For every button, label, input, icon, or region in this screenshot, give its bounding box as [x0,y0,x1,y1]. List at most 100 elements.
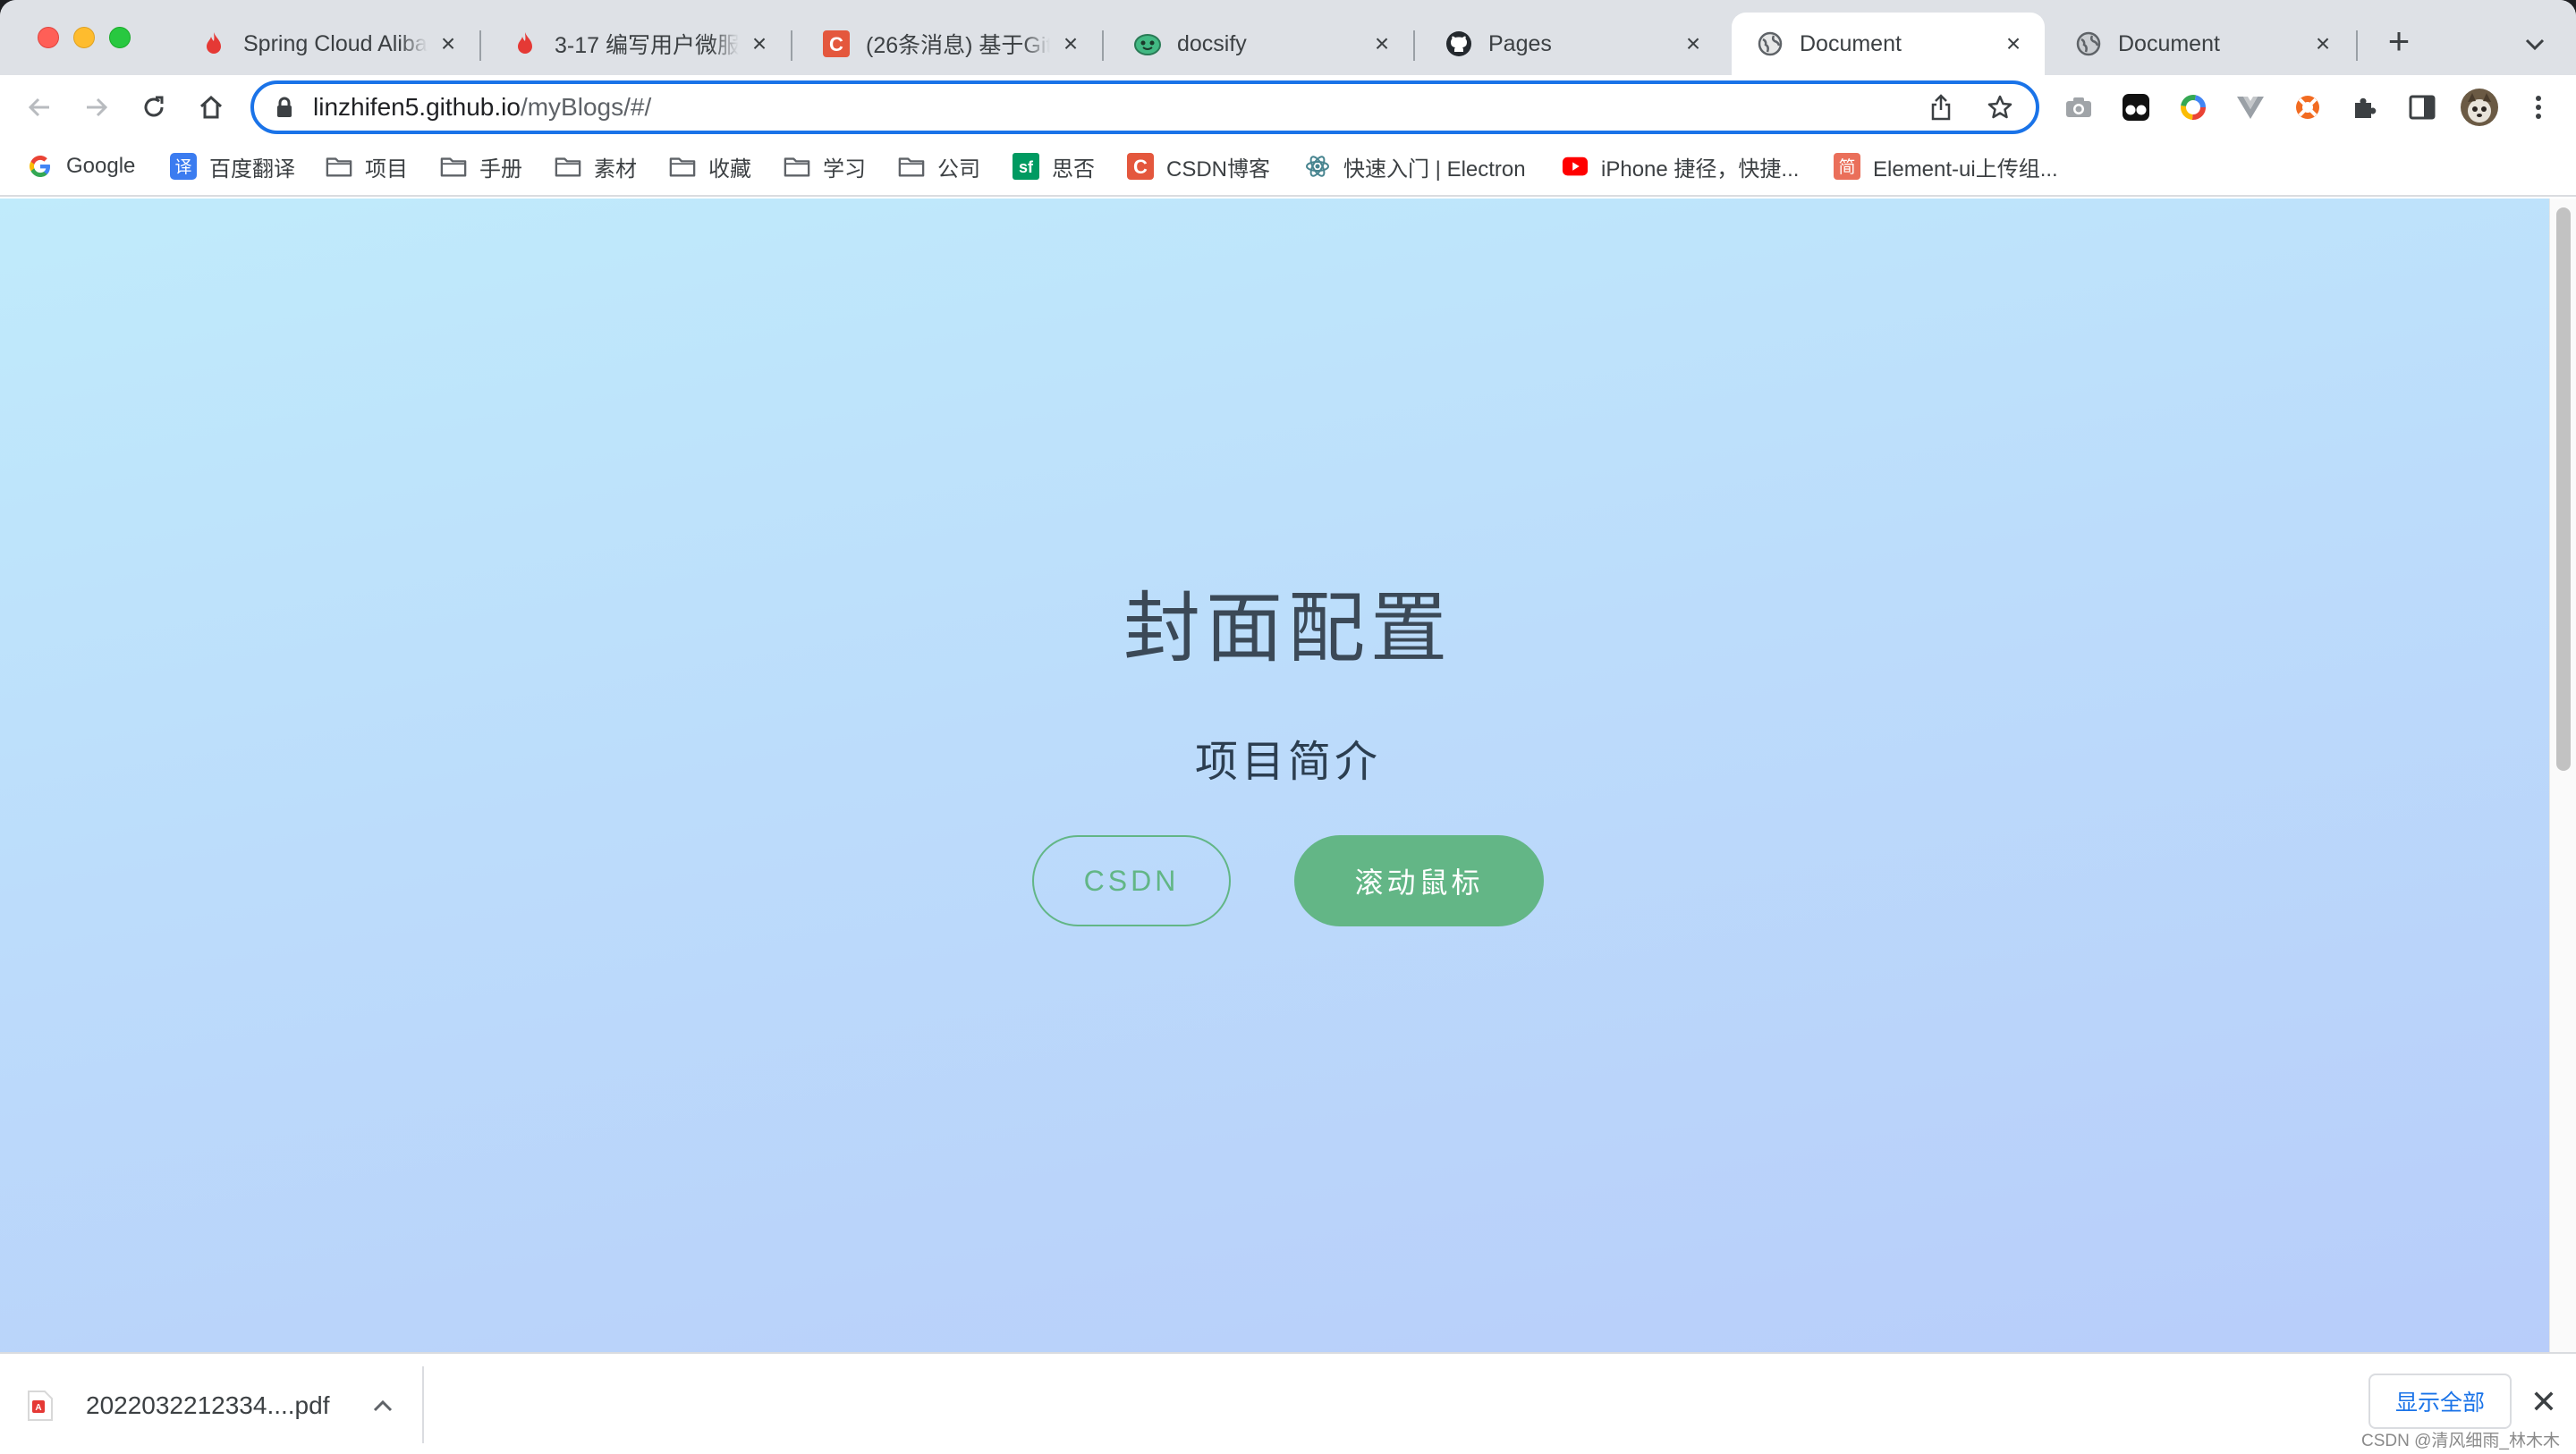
download-shelf: A 2022032212334....pdf 显示全部 ✕ CSDN @清风细雨… [0,1352,2576,1454]
lifebuoy-extension-icon[interactable] [2290,89,2326,125]
close-icon[interactable]: × [436,31,460,56]
csdn-link-button[interactable]: CSDN [1032,835,1231,926]
folder-icon [440,153,467,180]
close-icon[interactable]: × [748,31,771,56]
tab-title: Pages [1488,30,1552,56]
folder-icon [669,153,696,180]
share-icon[interactable] [1927,93,1955,122]
scroll-mouse-button[interactable]: 滚动鼠标 [1294,835,1544,926]
minimize-window-button[interactable] [73,27,95,48]
cover-subtitle: 项目简介 [1194,739,1381,786]
tab-title: (26条消息) 基于Github [866,33,1050,58]
bookmark-folder-manuals[interactable]: 手册 [440,148,522,184]
page-scrollbar[interactable] [2549,199,2576,1352]
bookmark-electron[interactable]: 快速入门 | Electron [1304,148,1526,184]
scrollbar-thumb[interactable] [2556,207,2571,771]
tab-pages[interactable]: Pages × [1420,13,1724,75]
download-divider [422,1366,424,1443]
reload-button[interactable] [132,86,175,129]
csdn-icon: C [823,30,850,57]
bookmark-folder-learning[interactable]: 学习 [784,148,866,184]
bookmark-folder-company[interactable]: 公司 [898,148,980,184]
close-icon[interactable]: × [1682,31,1705,56]
close-download-shelf-button[interactable]: ✕ [2528,1383,2560,1420]
bookmark-label: 项目 [365,156,408,182]
bookmark-folder-projects[interactable]: 项目 [326,148,408,184]
bookmark-label: 收藏 [708,156,751,182]
puzzle-extensions-icon[interactable] [2347,89,2383,125]
tab-spring-cloud[interactable]: Spring Cloud Alibaba × [175,13,479,75]
globe-icon [1757,30,1784,57]
tampermonkey-extension-icon[interactable] [2118,89,2154,125]
tab-title: docsify [1177,30,1247,56]
globe-icon [2075,30,2102,57]
bookmark-label: 思否 [1052,156,1095,182]
home-icon [199,95,223,119]
electron-icon [1304,153,1331,180]
tab-title: Document [1800,30,1902,56]
tab-docsify[interactable]: docsify × [1109,13,1413,75]
color-ring-extension-icon[interactable] [2175,89,2211,125]
jianshu-icon: 简 [1834,153,1860,180]
address-bar[interactable]: linzhifen5.github.io/myBlogs/#/ [250,80,2039,134]
csdn-icon: C [1127,153,1154,180]
bookmark-google[interactable]: Google [27,148,135,184]
google-icon [27,153,54,180]
bookmark-label: 百度翻译 [209,156,295,182]
forward-button[interactable] [75,86,118,129]
folder-icon [898,153,925,180]
svg-text:简: 简 [1838,157,1855,177]
home-button[interactable] [190,86,233,129]
tab-user-service[interactable]: 3-17 编写用户微服务 × [487,13,791,75]
folder-icon [555,153,581,180]
arrow-right-icon [87,97,108,117]
bookmark-element-ui-upload[interactable]: 简 Element-ui上传组... [1834,148,2058,184]
lock-icon[interactable] [275,97,293,123]
close-window-button[interactable] [38,27,59,48]
address-url[interactable]: linzhifen5.github.io/myBlogs/#/ [313,84,651,131]
watermark: CSDN @清风细雨_林木木 [2361,1432,2560,1450]
bookmark-iphone-shortcuts[interactable]: iPhone 捷径，快捷... [1562,148,1799,184]
bookmark-label: CSDN博客 [1166,156,1271,182]
url-path: /myBlogs/#/ [520,93,652,121]
svg-text:sf: sf [1019,158,1034,176]
tab-csdn-messages[interactable]: C (26条消息) 基于Github × [798,13,1102,75]
bookmark-baidu-translate[interactable]: 译 百度翻译 [170,148,295,184]
cover-title: 封面配置 [1123,586,1453,672]
bookmark-label: 快速入门 | Electron [1343,156,1526,182]
camera-extension-icon[interactable] [2061,89,2097,125]
back-button[interactable] [18,86,61,129]
tab-document-active[interactable]: Document × [1732,13,2045,75]
close-icon[interactable]: × [2311,31,2334,56]
chevron-up-icon[interactable] [370,1393,395,1418]
close-icon[interactable]: × [1059,31,1082,56]
close-icon[interactable]: × [1370,31,1394,56]
bookmark-label: Element-ui上传组... [1873,156,2058,182]
side-panel-icon[interactable] [2404,89,2440,125]
bookmark-folder-assets[interactable]: 素材 [555,148,637,184]
bookmark-csdn-blog[interactable]: C CSDN博客 [1127,148,1270,184]
download-item[interactable]: A 2022032212334....pdf [27,1381,395,1431]
tab-document[interactable]: Document × [2050,13,2354,75]
bookmark-star-icon[interactable] [1984,91,2016,123]
profile-avatar[interactable] [2460,88,2499,127]
vue-devtools-extension-icon[interactable] [2233,89,2268,125]
folder-icon [326,153,352,180]
show-all-downloads-button[interactable]: 显示全部 [2368,1374,2512,1429]
url-host: linzhifen5.github.io [313,93,521,121]
svg-text:A: A [35,1403,41,1413]
bookmark-segmentfault[interactable]: sf 思否 [1013,148,1095,184]
tab-search-button[interactable] [2517,27,2553,63]
browser-menu-button[interactable] [2521,89,2556,125]
bookmark-folder-favorites[interactable]: 收藏 [669,148,751,184]
download-file-name: 2022032212334....pdf [86,1391,330,1419]
bookmark-label: 素材 [594,156,637,182]
fullscreen-window-button[interactable] [109,27,131,48]
github-icon [1445,30,1472,57]
close-icon[interactable]: × [2002,31,2025,56]
tab-divider [1102,30,1104,61]
new-tab-button[interactable]: + [2379,22,2419,63]
bookmark-label: iPhone 捷径，快捷... [1601,156,1800,182]
svg-text:C: C [829,33,843,55]
arrow-left-icon [28,97,49,117]
